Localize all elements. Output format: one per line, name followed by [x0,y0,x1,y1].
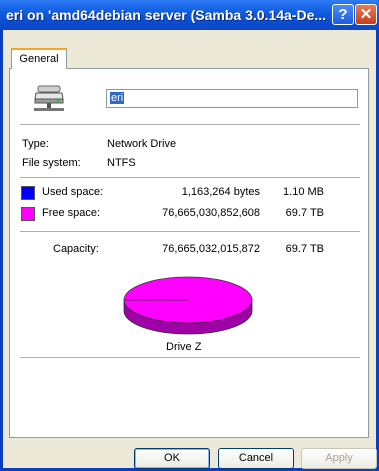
network-drive-icon [34,85,64,111]
free-space-bytes: 76,665,030,852,608 [162,207,260,219]
capacity-label: Capacity: [53,243,99,255]
title-bar[interactable]: eri on 'amd64debian server (Samba 3.0.14… [0,0,379,30]
used-space-label: Used space: [42,186,104,198]
separator [20,177,360,178]
used-space-bytes: 1,163,264 bytes [181,186,260,198]
help-button[interactable]: ? [332,4,354,25]
file-system-value: NTFS [107,157,136,169]
disk-usage-pie-chart [123,276,253,335]
apply-button[interactable]: Apply [301,448,377,469]
ok-button[interactable]: OK [134,448,210,469]
capacity-bytes: 76,665,032,015,872 [162,243,260,255]
drive-name-text: eri [110,92,125,104]
type-value: Network Drive [107,138,177,150]
window-title: eri on 'amd64debian server (Samba 3.0.14… [6,7,327,23]
free-space-swatch [21,207,35,221]
cancel-button[interactable]: Cancel [218,448,294,469]
capacity-short: 69.7 TB [285,243,324,255]
file-system-label: File system: [22,157,81,169]
drive-name-input[interactable]: eri [106,89,358,108]
separator [20,357,360,358]
close-button[interactable]: ✕ [355,4,377,25]
drive-caption: Drive Z [166,341,202,353]
tab-general[interactable]: General [11,48,67,69]
free-space-label: Free space: [42,207,101,219]
separator [20,231,360,232]
used-space-swatch [21,186,35,200]
free-space-short: 69.7 TB [285,207,324,219]
type-label: Type: [22,138,49,150]
used-space-short: 1.10 MB [283,186,324,198]
separator [20,124,360,125]
